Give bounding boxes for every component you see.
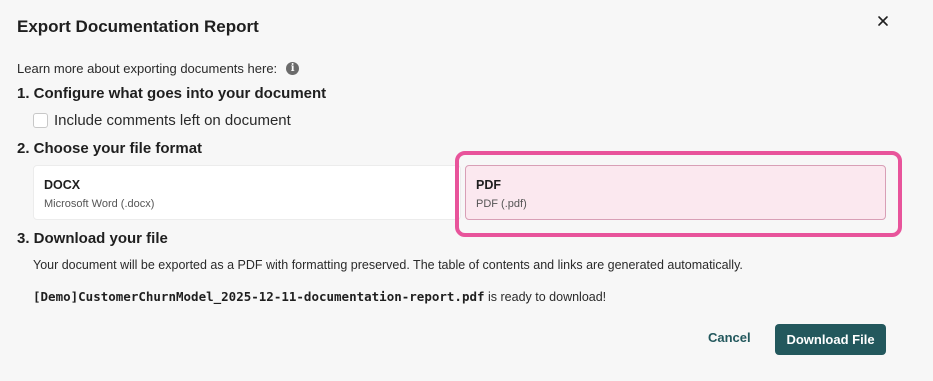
export-description: Your document will be exported as a PDF … [33,258,743,272]
include-comments-option[interactable]: Include comments left on document [33,112,291,129]
format-option-docx[interactable]: DOCX Microsoft Word (.docx) [33,165,461,220]
ready-message: [Demo]CustomerChurnModel_2025-12-11-docu… [33,289,606,304]
step1-heading: 1. Configure what goes into your documen… [17,85,327,102]
include-comments-label: Include comments left on document [54,112,291,129]
step3-heading: 3. Download your file [17,230,168,247]
format-subtitle: PDF (.pdf) [476,198,527,210]
format-title: DOCX [44,178,81,192]
ready-suffix: is ready to download! [484,290,607,304]
cancel-button[interactable]: Cancel [708,330,751,345]
close-icon[interactable] [874,12,892,30]
format-title: PDF [476,178,501,192]
learn-more-text: Learn more about exporting documents her… [17,61,278,76]
format-subtitle: Microsoft Word (.docx) [44,198,155,210]
info-icon[interactable]: i [286,62,300,75]
include-comments-checkbox[interactable] [33,113,48,128]
format-option-pdf[interactable]: PDF PDF (.pdf) [465,165,886,220]
step2-heading: 2. Choose your file format [17,140,203,157]
download-file-button[interactable]: Download File [775,324,886,355]
export-filename: [Demo]CustomerChurnModel_2025-12-11-docu… [33,289,485,304]
learn-more-row: Learn more about exporting documents her… [17,61,300,76]
export-dialog: Export Documentation Report Learn more a… [0,0,933,381]
dialog-title: Export Documentation Report [17,17,259,36]
